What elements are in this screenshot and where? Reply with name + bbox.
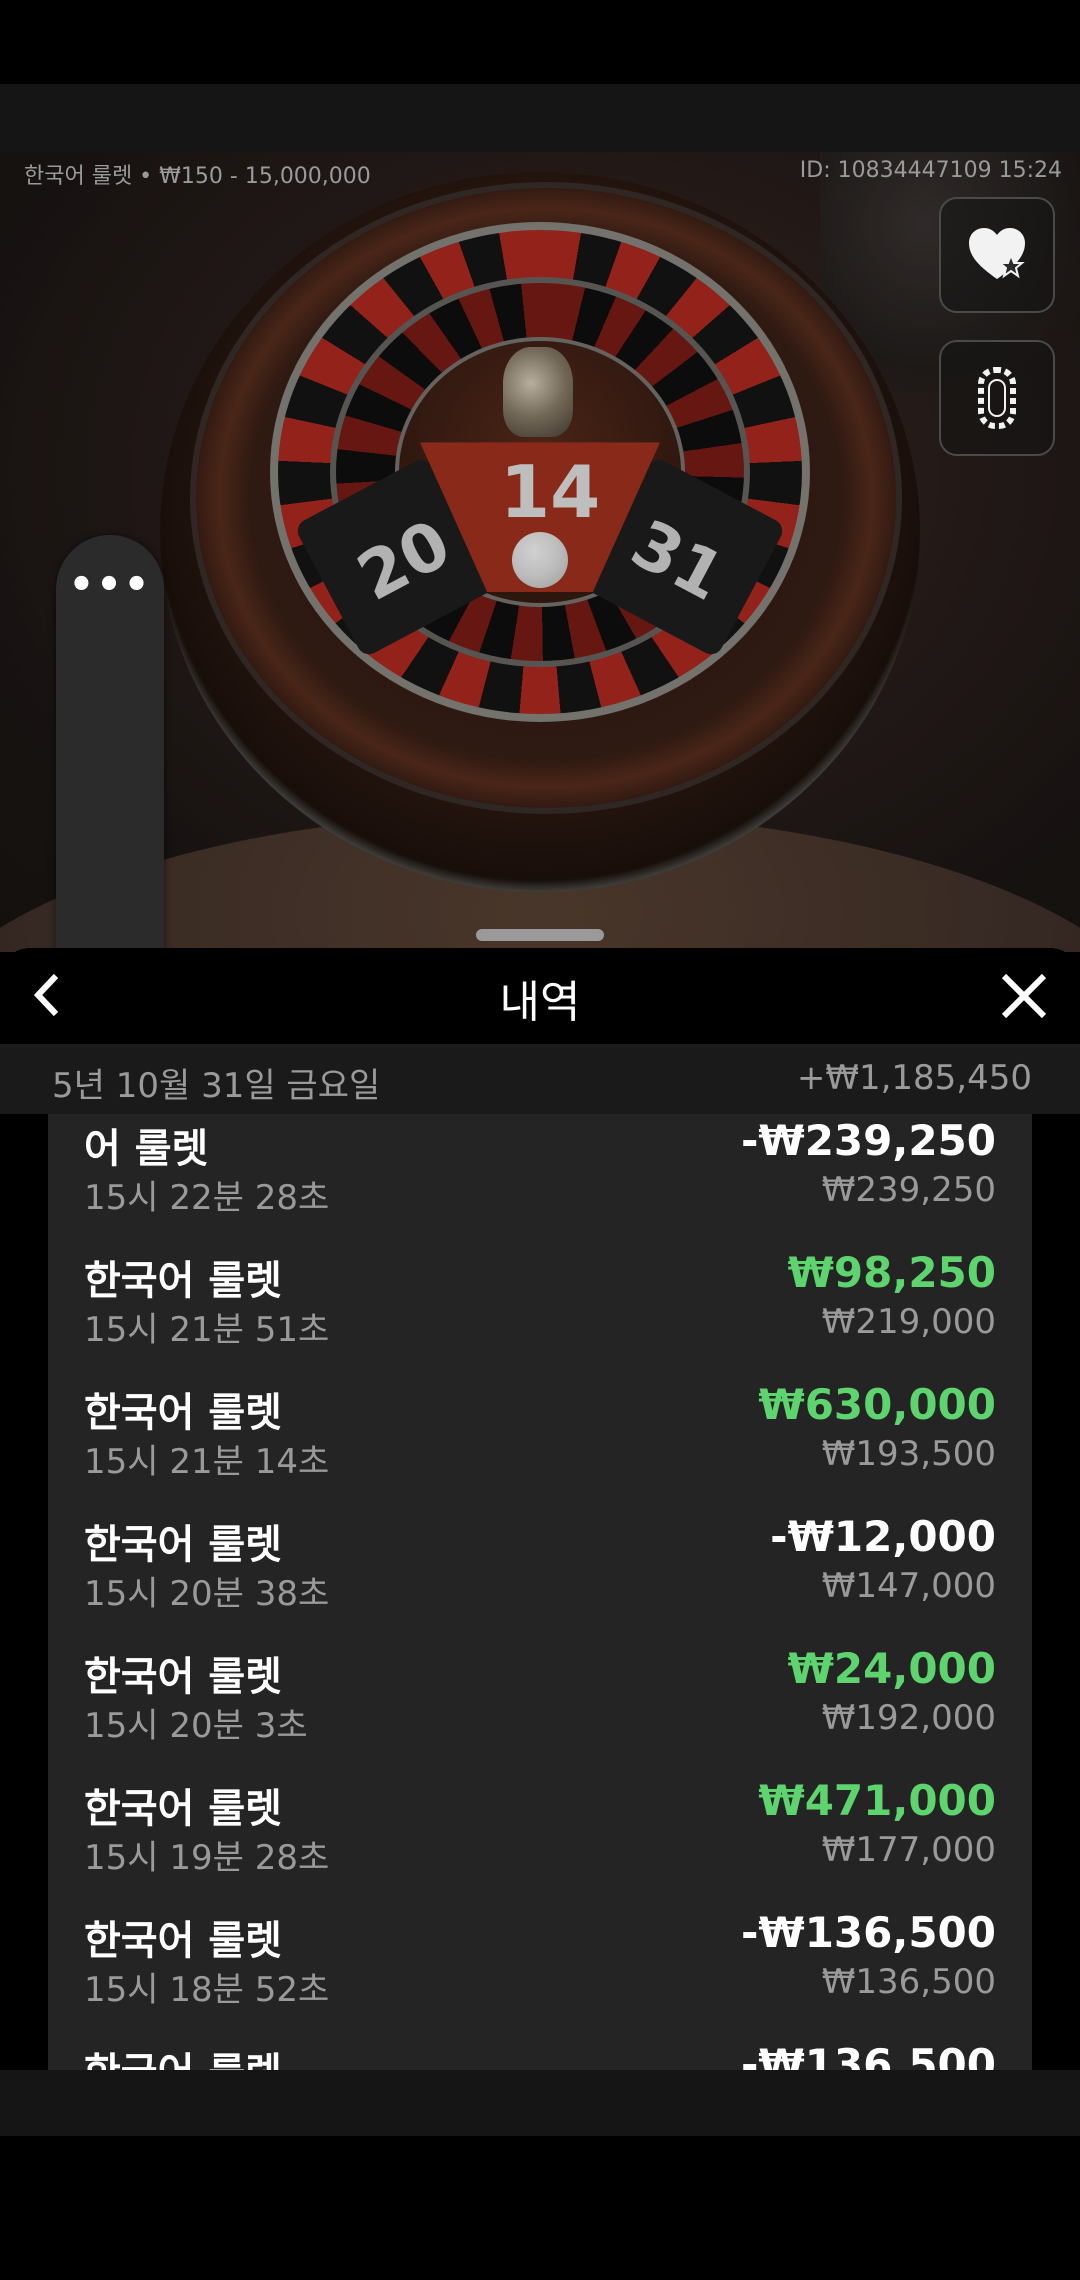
history-item[interactable]: 한국어 룰렛 15시 18분 52초 -₩136,500 ₩136,500	[48, 1906, 1032, 2038]
more-options-icon[interactable]: •••	[56, 565, 164, 605]
status-bar	[0, 0, 1080, 84]
history-item[interactable]: 한국어 룰렛 15시 21분 14초 ₩630,000 ₩193,500	[48, 1378, 1032, 1510]
win-loss-amount: ₩98,250	[787, 1248, 996, 1297]
win-loss-amount: ₩630,000	[758, 1380, 996, 1429]
game-time: 15시 21분 51초	[84, 1310, 330, 1350]
game-name: 한국어 룰렛	[84, 1390, 282, 1436]
history-item[interactable]: 한국어 룰렛 15시 20분 3초 ₩24,000 ₩192,000	[48, 1642, 1032, 1774]
win-loss-amount: -₩12,000	[770, 1512, 996, 1561]
game-time: 15시 18분 52초	[84, 1970, 330, 2010]
history-list[interactable]: 어 룰렛 15시 22분 28초 -₩239,250 ₩239,250 한국어 …	[48, 1114, 1032, 2070]
system-nav-bar	[0, 2136, 1080, 2280]
favorite-button[interactable]	[939, 197, 1055, 313]
game-time: 15시 21분 14초	[84, 1442, 330, 1482]
date-label: 5년 10월 31일 금요일	[52, 1066, 381, 1106]
game-time: 15시 22분 28초	[84, 1178, 330, 1218]
history-header: 내역	[0, 948, 1080, 1044]
win-loss-amount: ₩471,000	[758, 1776, 996, 1825]
game-name: 한국어 룰렛	[84, 1258, 282, 1304]
date-summary-row: 5년 10월 31일 금요일 +₩1,185,450	[0, 1044, 1080, 1114]
bet-amount: ₩193,500	[821, 1434, 996, 1474]
history-item[interactable]: 한국어 룰렛 15시 19분 28초 ₩471,000 ₩177,000	[48, 1774, 1032, 1906]
history-item[interactable]: 한국어 룰렛 15시 20분 38초 -₩12,000 ₩147,000	[48, 1510, 1032, 1642]
close-button[interactable]	[998, 970, 1050, 1022]
history-item[interactable]: 한국어 룰렛 -₩136,500	[48, 2038, 1032, 2070]
chip-stack-icon	[978, 367, 1016, 429]
chips-button[interactable]	[939, 340, 1055, 456]
table-info: 한국어 룰렛 • ₩150 - 15,000,000	[24, 164, 371, 189]
game-name: 한국어 룰렛	[84, 1918, 282, 1964]
win-loss-amount: -₩136,500	[740, 2040, 996, 2070]
win-loss-amount: -₩239,250	[740, 1116, 996, 1165]
heart-star-icon	[969, 228, 1025, 279]
history-title: 내역	[499, 977, 581, 1028]
history-item[interactable]: 한국어 룰렛 15시 21분 51초 ₩98,250 ₩219,000	[48, 1246, 1032, 1378]
game-time: 15시 19분 28초	[84, 1838, 330, 1878]
top-band	[0, 84, 1080, 152]
close-icon	[1001, 973, 1047, 1019]
bet-amount: ₩177,000	[821, 1830, 996, 1870]
game-name: 한국어 룰렛	[84, 1786, 282, 1832]
date-total: +₩1,185,450	[796, 1058, 1032, 1098]
sheet-drag-handle[interactable]	[476, 929, 604, 941]
game-name: 한국어 룰렛	[84, 1654, 282, 1700]
win-loss-amount: -₩136,500	[740, 1908, 996, 1957]
game-name: 한국어 룰렛	[84, 1522, 282, 1568]
bet-amount: ₩239,250	[821, 1170, 996, 1210]
round-id-time: ID: 10834447109 15:24	[799, 158, 1062, 183]
bet-amount: ₩136,500	[821, 1962, 996, 2002]
bottom-band	[0, 2070, 1080, 2136]
game-name: 어 룰렛	[84, 1126, 209, 1172]
history-item[interactable]: 어 룰렛 15시 22분 28초 -₩239,250 ₩239,250	[48, 1114, 1032, 1246]
game-time: 15시 20분 38초	[84, 1574, 330, 1614]
bet-amount: ₩147,000	[821, 1566, 996, 1606]
game-name: 한국어 룰렛	[84, 2040, 282, 2070]
bet-amount: ₩192,000	[821, 1698, 996, 1738]
win-loss-amount: ₩24,000	[787, 1644, 996, 1693]
game-time: 15시 20분 3초	[84, 1706, 308, 1746]
bet-amount: ₩219,000	[821, 1302, 996, 1342]
